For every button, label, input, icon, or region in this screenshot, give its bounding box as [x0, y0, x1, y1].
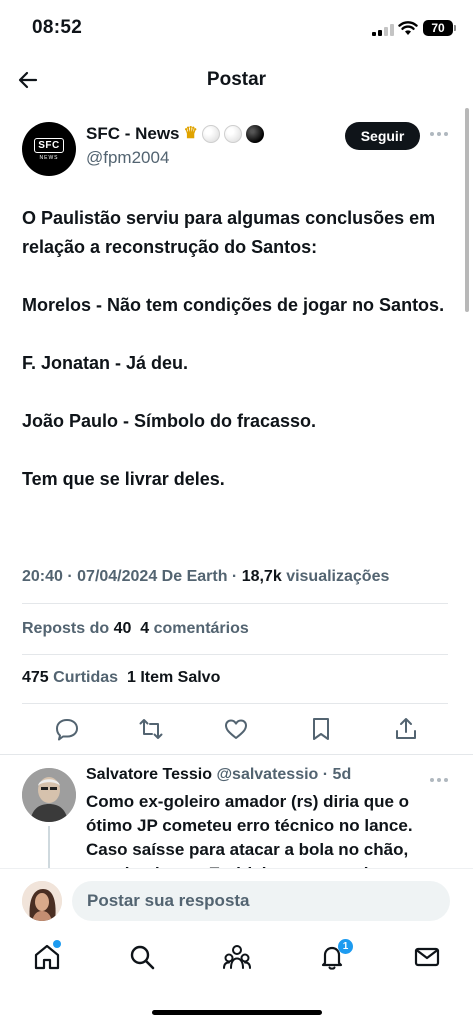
black-ball-icon: [245, 125, 264, 143]
divider: [0, 754, 473, 755]
comments-label[interactable]: comentários: [154, 620, 249, 637]
tweet-text: O Paulistão serviu para algumas conclusõ…: [22, 204, 452, 523]
views-count: 18,7k: [241, 568, 282, 585]
reposts-label[interactable]: Reposts do: [22, 620, 109, 637]
author-name[interactable]: SFC - News ♛: [86, 124, 264, 144]
bookmark-icon[interactable]: [308, 716, 334, 742]
white-ball-icon: [223, 125, 242, 143]
notifications-badge: 1: [338, 939, 353, 954]
likes-saves-stats: 475 Curtidas 1 Item Salvo: [22, 669, 220, 687]
wifi-icon: [398, 21, 418, 35]
home-badge-dot: [53, 940, 61, 948]
top-header: Postar: [0, 60, 473, 102]
divider: [22, 654, 448, 655]
reply-item[interactable]: Salvatore Tessio @salvatessio · 5d Como …: [22, 764, 452, 874]
views-label: visualizações: [286, 568, 390, 585]
status-bar: 08:52 70: [0, 0, 473, 56]
more-options-icon[interactable]: [430, 128, 450, 140]
user-avatar[interactable]: [22, 881, 62, 921]
reply-composer: Postar sua resposta: [0, 868, 473, 932]
author-name-text: SFC - News: [86, 124, 180, 143]
more-options-icon[interactable]: [430, 774, 450, 786]
tweet-paragraph: Morelos - Não tem condições de jogar no …: [22, 295, 445, 315]
tweet-timestamp: 20:40 · 07/04/2024 De Earth ·: [22, 568, 238, 585]
home-indicator[interactable]: [152, 1010, 322, 1015]
cellular-signal-icon: [372, 24, 394, 36]
page-title: Postar: [206, 69, 267, 90]
tweet-paragraph: F. Jonatan - Já deu.: [22, 353, 189, 373]
communities-icon[interactable]: [222, 942, 252, 972]
reply-author-name[interactable]: Salvatore Tessio: [86, 766, 212, 783]
tweet-paragraph: João Paulo - Símbolo do fracasso.: [22, 411, 317, 431]
likes-label[interactable]: Curtidas: [53, 669, 118, 686]
like-heart-icon[interactable]: [223, 716, 249, 742]
divider: [22, 703, 448, 704]
reply-icon[interactable]: [54, 716, 80, 742]
tweet-paragraph: Tem que se livrar deles.: [22, 469, 225, 489]
avatar-logo: SFC: [34, 137, 64, 153]
scrollbar-thumb[interactable]: [465, 108, 469, 312]
author-avatar[interactable]: SFC NEWS: [22, 122, 76, 176]
battery-icon: 70: [423, 20, 456, 36]
crown-icon: ♛: [183, 125, 198, 142]
reply-author-handle[interactable]: @salvatessio · 5d: [216, 766, 351, 783]
tweet-meta: 20:40 · 07/04/2024 De Earth · 18,7k visu…: [22, 568, 389, 586]
repost-icon[interactable]: [138, 716, 164, 742]
comments-count[interactable]: 4: [140, 620, 149, 637]
saved-label[interactable]: Item Salvo: [140, 669, 220, 686]
reposts-count[interactable]: 40: [114, 620, 132, 637]
white-ball-icon: [201, 125, 220, 143]
avatar-logo-sub: NEWS: [39, 154, 59, 161]
saved-count[interactable]: 1: [127, 669, 136, 686]
status-time: 08:52: [32, 17, 83, 38]
search-icon[interactable]: [127, 942, 157, 972]
tweet-author: SFC NEWS SFC - News ♛ @fpm2004 Seguir: [22, 120, 452, 180]
divider: [22, 603, 448, 604]
tweet-actions: [0, 716, 473, 746]
follow-button[interactable]: Seguir: [345, 122, 420, 150]
reply-header: Salvatore Tessio @salvatessio · 5d: [86, 766, 351, 784]
tweet-paragraph: O Paulistão serviu para algumas conclusõ…: [22, 208, 436, 257]
thread-line: [48, 826, 50, 870]
author-handle[interactable]: @fpm2004: [86, 148, 169, 168]
bottom-tab-bar: 1: [0, 932, 473, 1024]
share-icon[interactable]: [393, 716, 419, 742]
reply-input[interactable]: Postar sua resposta: [72, 881, 450, 921]
reposts-comments-stats: Reposts do 40 4 comentários: [22, 620, 249, 638]
likes-count[interactable]: 475: [22, 669, 49, 686]
avatar-photo: [22, 768, 76, 822]
reply-avatar[interactable]: [22, 768, 76, 822]
reply-text: Como ex-goleiro amador (rs) diria que o …: [86, 792, 413, 874]
messages-mail-icon[interactable]: [412, 942, 442, 972]
avatar-photo: [22, 881, 62, 921]
